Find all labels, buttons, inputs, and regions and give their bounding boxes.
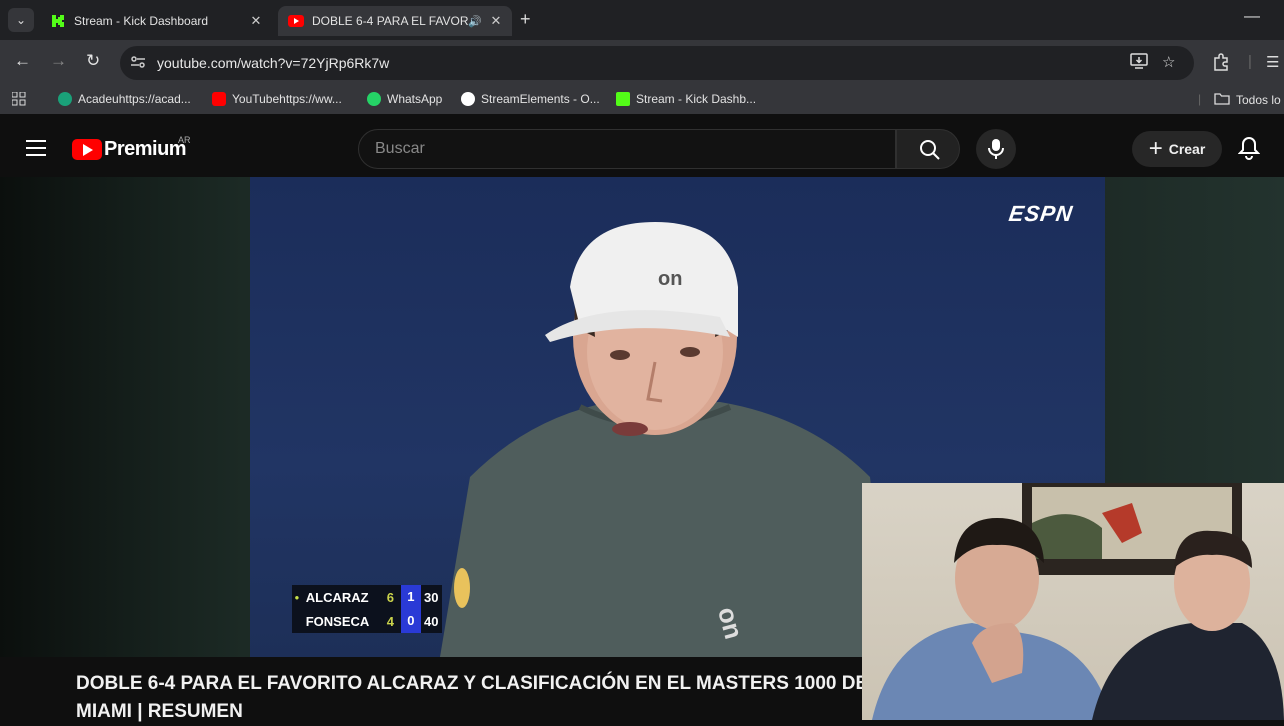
- search-icon: [920, 140, 940, 160]
- close-icon[interactable]: ✕: [246, 13, 266, 29]
- search-button[interactable]: [896, 129, 960, 169]
- video-title: DOBLE 6-4 PARA EL FAVORITO ALCARAZ Y CLA…: [76, 673, 869, 722]
- reading-list-icon[interactable]: ☰: [1266, 53, 1279, 71]
- country-code: AR: [178, 135, 191, 145]
- search-input[interactable]: [359, 130, 895, 168]
- streamelements-icon: [461, 92, 475, 106]
- bookmarks-divider: |: [1198, 92, 1202, 106]
- score-row: FONSECA 4 0 40: [292, 609, 442, 633]
- youtube-icon: [212, 92, 226, 106]
- bookmark-youtube[interactable]: YouTubehttps://ww...: [212, 92, 342, 106]
- bookmark-star-icon[interactable]: ☆: [1162, 53, 1175, 71]
- webcam-image: [872, 483, 1284, 720]
- kick-icon: [50, 13, 66, 29]
- browser-toolbar: ← → ↻ youtube.com/watch?v=72YjRp6Rk7w ☆ …: [0, 40, 1284, 86]
- score-row: ● ALCARAZ 6 1 30: [292, 585, 442, 609]
- whatsapp-icon: [367, 92, 381, 106]
- speaker-icon[interactable]: 🔊: [468, 15, 486, 28]
- microphone-icon: [988, 139, 1004, 159]
- youtube-header: Premium AR + Crear: [0, 121, 1284, 177]
- folder-icon: [1214, 92, 1230, 108]
- new-tab-button[interactable]: +: [520, 9, 531, 30]
- bookmark-whatsapp[interactable]: WhatsApp: [367, 92, 442, 106]
- toolbar-divider: |: [1248, 53, 1252, 70]
- menu-icon[interactable]: [26, 140, 46, 156]
- bookmark-academy[interactable]: Acadeuhttps://acad...: [58, 92, 191, 106]
- tab-title: DOBLE 6-4 PARA EL FAVORITO: [312, 14, 468, 28]
- tab-kick-dashboard[interactable]: Stream - Kick Dashboard ✕: [40, 6, 272, 36]
- svg-text:on: on: [658, 268, 682, 290]
- academy-icon: [58, 92, 72, 106]
- voice-search-button[interactable]: [976, 129, 1016, 169]
- kick-icon: [616, 92, 630, 106]
- notifications-bell-icon[interactable]: [1238, 136, 1260, 160]
- serve-indicator-icon: ●: [294, 592, 300, 602]
- forward-arrow-icon[interactable]: →: [50, 51, 67, 71]
- site-settings-icon[interactable]: [130, 55, 148, 72]
- install-app-icon[interactable]: [1130, 53, 1148, 73]
- reload-icon[interactable]: ↻: [86, 51, 100, 71]
- extensions-icon[interactable]: [1212, 53, 1230, 75]
- bookmark-streamelements[interactable]: StreamElements - O...: [461, 92, 600, 106]
- webcam-overlay: [862, 483, 1284, 720]
- url-text: youtube.com/watch?v=72YjRp6Rk7w: [157, 55, 390, 71]
- tab-search-button[interactable]: ⌄: [8, 8, 34, 32]
- youtube-icon: [288, 13, 304, 29]
- scoreboard: ● ALCARAZ 6 1 30 FONSECA 4 0 40: [292, 585, 442, 633]
- bookmark-kick[interactable]: Stream - Kick Dashb...: [616, 92, 756, 106]
- all-bookmarks-folder[interactable]: Todos lo: [1214, 92, 1281, 108]
- browser-tab-bar: ⌄ Stream - Kick Dashboard ✕ DOBLE 6-4 PA…: [0, 0, 1284, 40]
- address-bar[interactable]: youtube.com/watch?v=72YjRp6Rk7w: [120, 46, 1194, 80]
- youtube-logo-text[interactable]: Premium: [104, 138, 187, 161]
- back-arrow-icon[interactable]: ←: [14, 51, 31, 71]
- apps-grid-icon[interactable]: [12, 92, 26, 106]
- tab-youtube-video[interactable]: DOBLE 6-4 PARA EL FAVORITO 🔊 ✕: [278, 6, 512, 36]
- create-button[interactable]: + Crear: [1132, 131, 1222, 167]
- bookmarks-bar: Acadeuhttps://acad... YouTubehttps://ww.…: [0, 86, 1284, 114]
- espn-logo: ESPN: [1007, 201, 1075, 226]
- close-icon[interactable]: ✕: [486, 13, 506, 29]
- plus-icon: +: [1148, 135, 1163, 162]
- search-field: [358, 129, 896, 169]
- youtube-logo-icon[interactable]: [72, 139, 102, 160]
- tab-title: Stream - Kick Dashboard: [74, 14, 209, 28]
- minimize-button[interactable]: —: [1244, 8, 1260, 26]
